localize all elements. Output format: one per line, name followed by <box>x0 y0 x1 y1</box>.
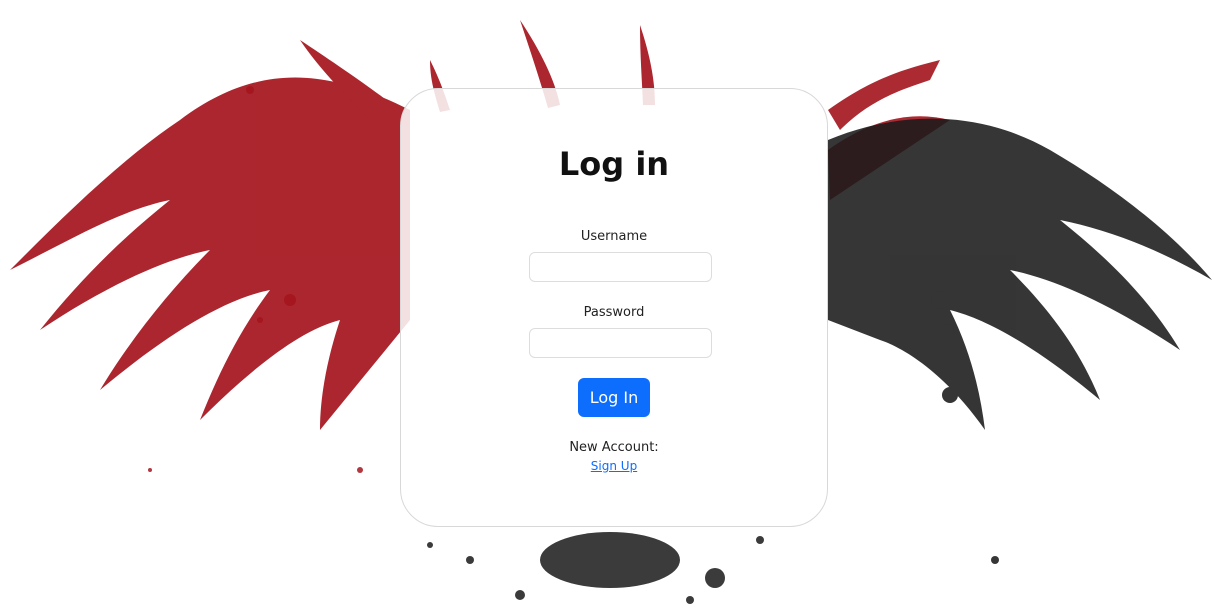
username-input[interactable] <box>529 252 712 282</box>
password-label: Password <box>583 305 645 320</box>
signup-link[interactable]: Sign Up <box>401 459 827 473</box>
password-input[interactable] <box>529 328 712 358</box>
username-label: Username <box>580 229 648 244</box>
new-account-text: New Account: <box>569 440 659 455</box>
login-card: Log in Username Password Log In New Acco… <box>400 88 828 527</box>
login-page: Log in Username Password Log In New Acco… <box>0 0 1214 609</box>
page-title: Log in <box>558 145 670 183</box>
login-button[interactable]: Log In <box>578 378 650 417</box>
